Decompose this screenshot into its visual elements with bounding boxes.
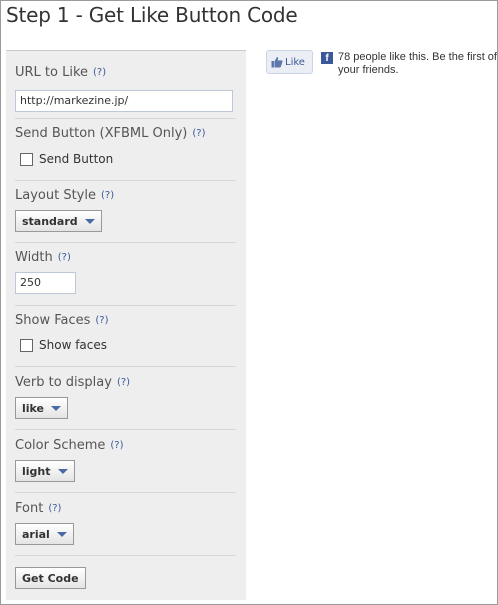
color-select[interactable]: light xyxy=(15,460,75,482)
divider xyxy=(15,429,236,430)
send-label-row: Send Button (XFBML Only) (?) xyxy=(15,126,236,141)
divider xyxy=(15,118,236,119)
url-label-row: URL to Like (?) xyxy=(15,65,236,80)
send-checkbox-row[interactable]: Send Button xyxy=(20,152,236,166)
url-section: URL to Like (?) http://markezine.jp/ xyxy=(15,65,236,112)
send-help-link[interactable]: (?) xyxy=(192,128,205,139)
send-checkbox-label[interactable]: Send Button xyxy=(39,152,113,166)
faces-label-row: Show Faces (?) xyxy=(15,313,236,328)
font-label-row: Font (?) xyxy=(15,501,236,516)
get-code-button[interactable]: Get Code xyxy=(15,567,86,589)
faces-section: Show Faces (?) Show faces xyxy=(15,313,236,352)
layout-label: Layout Style xyxy=(15,188,96,203)
send-checkbox[interactable] xyxy=(20,152,33,166)
settings-panel: URL to Like (?) http://markezine.jp/ Sen… xyxy=(6,50,246,600)
facebook-icon: f xyxy=(321,52,333,64)
like-button[interactable]: Like xyxy=(266,50,313,74)
faces-help-link[interactable]: (?) xyxy=(95,315,108,326)
font-select-value: arial xyxy=(22,527,50,541)
verb-select-value: like xyxy=(22,401,45,415)
font-label: Font xyxy=(15,501,44,516)
verb-section: Verb to display (?) like xyxy=(15,375,236,419)
url-help-link[interactable]: (?) xyxy=(93,67,106,78)
color-help-link[interactable]: (?) xyxy=(110,440,123,451)
color-label-row: Color Scheme (?) xyxy=(15,438,236,453)
faces-label: Show Faces xyxy=(15,313,91,328)
page-title: Step 1 - Get Like Button Code xyxy=(6,3,298,27)
submit-section: Get Code xyxy=(15,567,236,589)
faces-checkbox-row[interactable]: Show faces xyxy=(20,338,236,352)
layout-help-link[interactable]: (?) xyxy=(101,190,114,201)
color-label: Color Scheme xyxy=(15,438,106,453)
url-input[interactable]: http://markezine.jp/ xyxy=(15,90,233,112)
chevron-down-icon xyxy=(84,218,95,224)
color-section: Color Scheme (?) light xyxy=(15,438,236,482)
verb-help-link[interactable]: (?) xyxy=(117,377,130,388)
divider xyxy=(15,555,236,556)
chevron-down-icon xyxy=(56,531,67,537)
font-help-link[interactable]: (?) xyxy=(48,503,61,514)
divider xyxy=(15,180,236,181)
divider xyxy=(15,366,236,367)
url-label: URL to Like xyxy=(15,65,89,80)
width-label: Width xyxy=(15,250,53,265)
layout-select[interactable]: standard xyxy=(15,210,102,232)
divider xyxy=(15,242,236,243)
verb-label: Verb to display xyxy=(15,375,112,390)
width-section: Width (?) 250 xyxy=(15,250,236,294)
faces-checkbox[interactable] xyxy=(20,338,33,352)
verb-select[interactable]: like xyxy=(15,397,69,419)
chevron-down-icon xyxy=(57,468,68,474)
divider xyxy=(15,492,236,493)
send-section: Send Button (XFBML Only) (?) Send Button xyxy=(15,126,236,166)
divider xyxy=(15,305,236,306)
thumbs-up-icon xyxy=(271,56,283,68)
width-help-link[interactable]: (?) xyxy=(58,252,71,263)
color-select-value: light xyxy=(22,464,51,478)
font-select[interactable]: arial xyxy=(15,523,74,545)
width-input[interactable]: 250 xyxy=(15,272,76,294)
faces-checkbox-label[interactable]: Show faces xyxy=(39,338,107,352)
chevron-down-icon xyxy=(51,405,62,411)
verb-label-row: Verb to display (?) xyxy=(15,375,236,390)
width-label-row: Width (?) xyxy=(15,250,236,265)
social-context-text: 78 people like this. Be the first of you… xyxy=(338,51,497,76)
like-button-label: Like xyxy=(285,56,305,68)
layout-section: Layout Style (?) standard xyxy=(15,188,236,232)
layout-label-row: Layout Style (?) xyxy=(15,188,236,203)
font-section: Font (?) arial xyxy=(15,501,236,545)
layout-select-value: standard xyxy=(22,214,78,228)
send-label: Send Button (XFBML Only) xyxy=(15,126,188,141)
